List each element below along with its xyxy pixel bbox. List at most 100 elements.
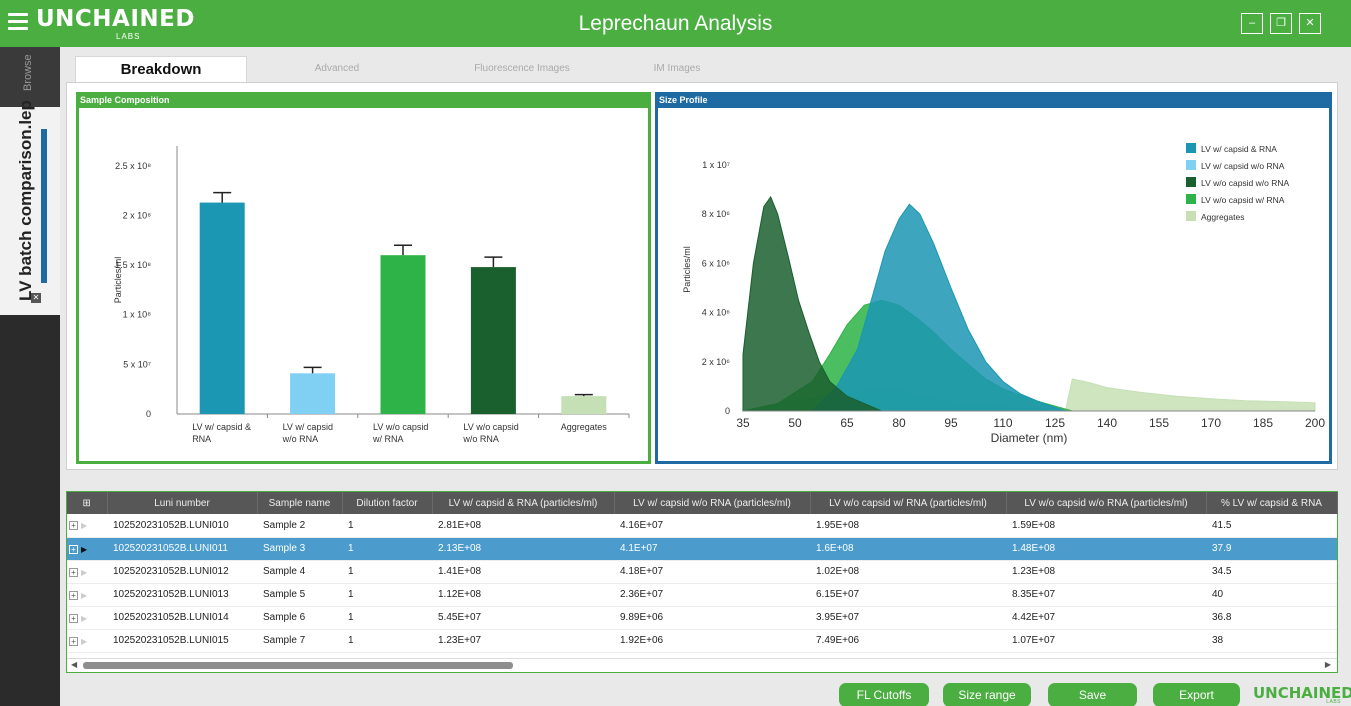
column-header[interactable]: LV w/o capsid w/o RNA (particles/ml) xyxy=(1006,492,1207,514)
results-table-container: ⊞ Luni number Sample name Dilution facto… xyxy=(66,491,1338,673)
row-expander[interactable]: + ▶ xyxy=(67,606,107,630)
table-row[interactable]: + ▶ 102520231052B.LUNI011 Sample 3 1 2.13E+08… xyxy=(67,537,1337,561)
column-header[interactable]: % LV w/ capsid & RNA xyxy=(1206,492,1338,514)
table-row[interactable]: + ▶ 102520231052B.LUNI014 Sample 6 1 5.45E+07… xyxy=(67,606,1337,630)
scrollbar-thumb[interactable] xyxy=(83,662,513,669)
row-expander[interactable]: + ▶ xyxy=(67,583,107,607)
table-cell-dilution: 1 xyxy=(342,629,432,653)
tab-fluorescence-images[interactable]: Fluorescence Images xyxy=(427,56,617,82)
expand-icon[interactable]: + xyxy=(69,521,78,531)
table-cell-c3: 7.49E+06 xyxy=(810,629,1006,653)
hamburger-menu-icon[interactable] xyxy=(8,13,28,31)
y-tick-label: 0 xyxy=(146,409,151,419)
table-cell-luni: 102520231052B.LUNI015 xyxy=(107,629,257,653)
results-table: ⊞ Luni number Sample name Dilution facto… xyxy=(67,492,1338,653)
table-row[interactable]: + ▶ 102520231052B.LUNI010 Sample 2 1 2.81E+08… xyxy=(67,514,1337,538)
table-cell-c4: 4.42E+07 xyxy=(1006,606,1206,630)
file-tab-label: LV batch comparison.lep xyxy=(16,100,35,301)
expand-icon[interactable]: + xyxy=(69,544,78,554)
column-header[interactable]: LV w/o capsid w/ RNA (particles/ml) xyxy=(810,492,1007,514)
horizontal-scrollbar[interactable]: ◀ ▶ xyxy=(67,658,1337,672)
table-cell-c2: 4.16E+07 xyxy=(614,514,810,538)
table-cell-sample: Sample 3 xyxy=(257,537,342,561)
legend-swatch xyxy=(1186,177,1196,187)
scroll-left-icon[interactable]: ◀ xyxy=(71,660,77,669)
column-header[interactable]: LV w/ capsid & RNA (particles/ml) xyxy=(432,492,615,514)
legend-label: LV w/ capsid & RNA xyxy=(1201,144,1277,154)
table-cell-sample: Sample 5 xyxy=(257,583,342,607)
tab-advanced[interactable]: Advanced xyxy=(247,56,427,82)
table-cell-dilution: 1 xyxy=(342,514,432,538)
legend-swatch xyxy=(1186,143,1196,153)
row-indicator-icon: ▶ xyxy=(81,636,88,646)
expand-icon[interactable]: + xyxy=(69,567,78,577)
x-tick-label: w/o RNA xyxy=(282,434,319,444)
export-button[interactable]: Export xyxy=(1153,683,1240,706)
x-tick-label: 170 xyxy=(1201,416,1221,430)
row-indicator-icon: ▶ xyxy=(81,521,88,531)
expand-icon[interactable]: + xyxy=(69,636,78,646)
footer-logo-sub: LABS xyxy=(1326,699,1341,705)
table-cell-c4: 1.48E+08 xyxy=(1006,537,1206,561)
save-button[interactable]: Save xyxy=(1048,683,1137,706)
table-cell-luni: 102520231052B.LUNI010 xyxy=(107,514,257,538)
file-tab[interactable]: LV batch comparison.lep ✕ xyxy=(0,100,60,315)
table-cell-c2: 4.1E+07 xyxy=(614,537,810,561)
column-chooser-icon[interactable]: ⊞ xyxy=(67,492,108,514)
y-tick-label: 5 x 10⁷ xyxy=(123,359,151,369)
table-cell-pct: 38 xyxy=(1206,629,1337,653)
column-header[interactable]: LV w/ capsid w/o RNA (particles/ml) xyxy=(614,492,811,514)
bar xyxy=(561,396,607,414)
table-cell-sample: Sample 7 xyxy=(257,629,342,653)
table-header-row: ⊞ Luni number Sample name Dilution facto… xyxy=(67,492,1338,514)
table-cell-c3: 1.02E+08 xyxy=(810,560,1006,584)
minimize-button[interactable]: – xyxy=(1241,13,1263,34)
row-expander[interactable]: + ▶ xyxy=(67,629,107,653)
table-row[interactable]: + ▶ 102520231052B.LUNI015 Sample 7 1 1.23E+07… xyxy=(67,629,1337,653)
row-expander[interactable]: + ▶ xyxy=(67,514,107,538)
tab-im-images[interactable]: IM Images xyxy=(617,56,737,82)
window-title: Leprechaun Analysis xyxy=(578,12,773,35)
expand-icon[interactable]: + xyxy=(69,590,78,600)
column-header[interactable]: Sample name xyxy=(257,492,343,514)
sample-composition-chart: 05 x 10⁷1 x 10⁸1.5 x 10⁸2 x 10⁸2.5 x 10⁸… xyxy=(113,146,630,444)
file-tab-accent xyxy=(41,129,47,283)
table-cell-c1: 1.41E+08 xyxy=(432,560,614,584)
row-expander[interactable]: + ▶ xyxy=(67,537,107,561)
restore-button[interactable]: ❐ xyxy=(1270,13,1292,34)
size-range-button[interactable]: Size range xyxy=(943,683,1031,706)
table-cell-luni: 102520231052B.LUNI013 xyxy=(107,583,257,607)
table-cell-dilution: 1 xyxy=(342,560,432,584)
y-tick-label: 8 x 10⁶ xyxy=(702,209,731,219)
browse-tab[interactable]: Browse xyxy=(0,47,60,107)
expand-icon[interactable]: + xyxy=(69,613,78,623)
size-profile-panel: Size Profile 0 2 x 10⁶ 4 x 10⁶ 6 x 10⁶ 8 x 1… xyxy=(655,92,1332,464)
row-expander[interactable]: + ▶ xyxy=(67,560,107,584)
size-profile-chart: 0 2 x 10⁶ 4 x 10⁶ 6 x 10⁶ 8 x 10⁶ 1 x 10⁷ Part… xyxy=(682,143,1325,445)
table-cell-pct: 34.5 xyxy=(1206,560,1337,584)
table-cell-luni: 102520231052B.LUNI012 xyxy=(107,560,257,584)
footer-logo: UNCHAINED LABS xyxy=(1253,684,1351,706)
table-cell-pct: 36.8 xyxy=(1206,606,1337,630)
legend-label: Aggregates xyxy=(1201,212,1244,222)
bar xyxy=(470,267,516,414)
close-file-icon[interactable]: ✕ xyxy=(31,293,41,303)
y-tick-label: 2.5 x 10⁸ xyxy=(115,161,151,171)
column-header[interactable]: Dilution factor xyxy=(342,492,433,514)
table-cell-c4: 1.07E+07 xyxy=(1006,629,1206,653)
legend-label: LV w/o capsid w/o RNA xyxy=(1201,178,1290,188)
fl-cutoffs-button[interactable]: FL Cutoffs xyxy=(839,683,929,706)
x-tick-label: 155 xyxy=(1149,416,1169,430)
table-cell-pct: 40 xyxy=(1206,583,1337,607)
column-header[interactable]: Luni number xyxy=(107,492,258,514)
table-row[interactable]: + ▶ 102520231052B.LUNI013 Sample 5 1 1.12E+08… xyxy=(67,583,1337,607)
table-row[interactable]: + ▶ 102520231052B.LUNI012 Sample 4 1 1.41E+08… xyxy=(67,560,1337,584)
table-cell-sample: Sample 2 xyxy=(257,514,342,538)
tab-breakdown[interactable]: Breakdown xyxy=(75,56,247,82)
table-cell-c2: 1.92E+06 xyxy=(614,629,810,653)
x-tick-label: LV w/o capsid xyxy=(373,422,428,432)
scroll-right-icon[interactable]: ▶ xyxy=(1325,660,1331,669)
breakdown-content: Sample Composition 05 x 10⁷ 1 x 10⁸ 1.5 x … xyxy=(66,82,1338,470)
close-button[interactable]: ✕ xyxy=(1299,13,1321,34)
table-cell-c2: 2.36E+07 xyxy=(614,583,810,607)
